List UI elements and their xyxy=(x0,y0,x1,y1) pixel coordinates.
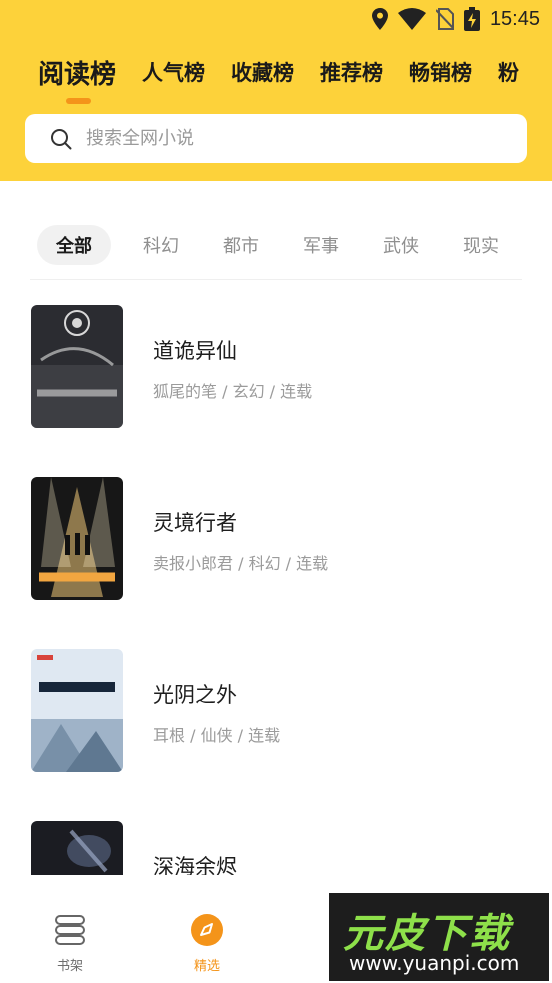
no-sim-icon xyxy=(435,8,454,30)
book-list: 道诡异仙 狐尾的笔 / 玄幻 / 连载 灵境行者 卖报小郎君 / 科幻 / 连载 xyxy=(0,304,552,875)
category-urban[interactable]: 都市 xyxy=(223,232,259,258)
category-filter: 全部 科幻 都市 军事 武侠 现实 xyxy=(37,225,552,265)
location-icon xyxy=(371,8,388,30)
nav-label: 精选 xyxy=(193,959,220,974)
watermark-logo: 元皮下载 www.yuanpi.com xyxy=(329,893,549,981)
tab-favorites-rank[interactable]: 收藏榜 xyxy=(231,57,294,87)
category-scifi[interactable]: 科幻 xyxy=(143,232,179,258)
status-time: 15:45 xyxy=(489,7,540,30)
book-item[interactable]: 灵境行者 卖报小郎君 / 科幻 / 连载 xyxy=(31,477,531,601)
tab-fans-rank[interactable]: 粉 xyxy=(498,57,519,87)
nav-label: 书架 xyxy=(56,959,83,974)
nav-bookshelf[interactable]: 书架 xyxy=(0,875,140,983)
book-title: 道诡异仙 xyxy=(153,339,237,363)
status-bar: 15:45 xyxy=(0,0,552,38)
wifi-icon xyxy=(397,8,426,30)
watermark-url: www.yuanpi.com xyxy=(349,951,520,975)
tab-popularity-rank[interactable]: 人气榜 xyxy=(142,57,205,87)
book-title: 光阴之外 xyxy=(153,683,237,707)
search-input[interactable] xyxy=(86,128,486,149)
rank-tabs: 阅读榜 人气榜 收藏榜 推荐榜 畅销榜 粉 xyxy=(38,50,552,94)
book-meta: 卖报小郎君 / 科幻 / 连载 xyxy=(153,554,329,573)
active-tab-indicator xyxy=(66,98,91,104)
book-cover xyxy=(31,477,123,600)
header: 15:45 阅读榜 人气榜 收藏榜 推荐榜 畅销榜 粉 xyxy=(0,0,552,181)
category-all[interactable]: 全部 xyxy=(37,225,111,265)
category-wuxia[interactable]: 武侠 xyxy=(383,232,419,258)
book-cover xyxy=(31,649,123,772)
tab-bestseller-rank[interactable]: 畅销榜 xyxy=(409,57,472,87)
divider xyxy=(30,279,522,280)
compass-icon xyxy=(190,913,224,947)
search-bar[interactable] xyxy=(25,114,527,163)
bookshelf-icon xyxy=(53,913,87,947)
book-cover xyxy=(31,821,123,875)
category-military[interactable]: 军事 xyxy=(303,232,339,258)
book-cover xyxy=(31,305,123,428)
book-title: 深海余烬 xyxy=(153,855,237,875)
tab-recommended-rank[interactable]: 推荐榜 xyxy=(320,57,383,87)
nav-featured[interactable]: 精选 xyxy=(137,875,277,983)
battery-charging-icon xyxy=(463,7,480,31)
tab-reading-rank[interactable]: 阅读榜 xyxy=(38,54,116,91)
book-item[interactable]: 深海余烬 xyxy=(31,821,531,875)
book-item[interactable]: 光阴之外 耳根 / 仙侠 / 连载 xyxy=(31,649,531,773)
status-icons: 15:45 xyxy=(371,6,540,32)
search-icon xyxy=(51,128,72,149)
book-meta: 狐尾的笔 / 玄幻 / 连载 xyxy=(153,382,313,401)
book-meta: 耳根 / 仙侠 / 连载 xyxy=(153,726,281,745)
category-realistic[interactable]: 现实 xyxy=(463,232,499,258)
book-title: 灵境行者 xyxy=(153,511,237,535)
book-item[interactable]: 道诡异仙 狐尾的笔 / 玄幻 / 连载 xyxy=(31,305,531,429)
